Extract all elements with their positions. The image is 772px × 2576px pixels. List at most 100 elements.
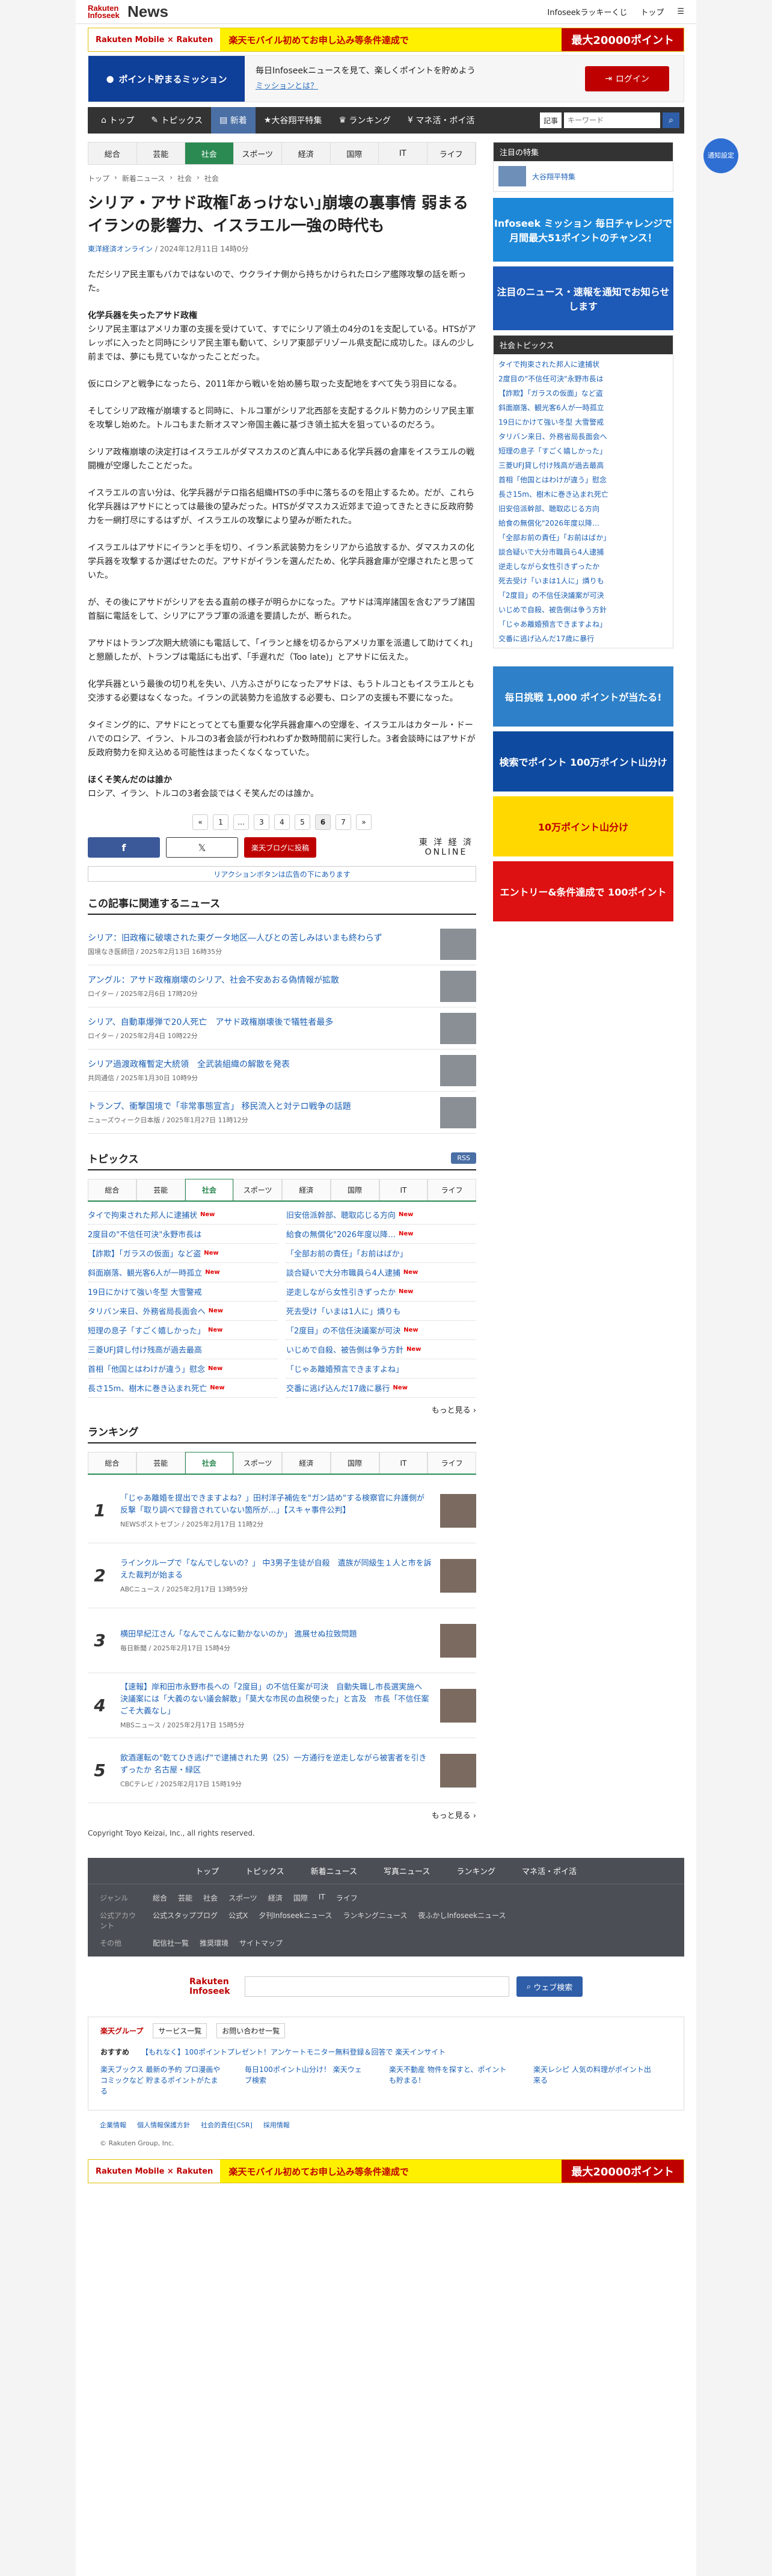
nav-top[interactable]: ⌂ トップ	[93, 107, 142, 134]
related-item[interactable]: シリア：旧政権に破壊された東グータ地区―人びとの苦しみはいまも終わらず 国境なき医…	[88, 923, 476, 965]
footer-link[interactable]: 夜ふかしInfoseekニュース	[418, 1910, 506, 1931]
footer-nav-link[interactable]: マネ活・ポイ活	[522, 1865, 577, 1877]
topic-item[interactable]: 短理の息子「すごく嬉しかった」 New	[88, 1321, 278, 1340]
tab-ranking[interactable]: 経済	[282, 1452, 331, 1474]
page-link[interactable]: 5	[295, 814, 310, 830]
topic-item[interactable]: いじめで自殺、被告側は争う方針 New	[286, 1340, 476, 1359]
corporate-link[interactable]: 企業情報	[100, 2120, 126, 2130]
topic-item[interactable]: 旧安倍派幹部、聴取応じる方向 New	[286, 1205, 476, 1225]
tab-topics[interactable]: 国際	[330, 1179, 379, 1200]
topic-item[interactable]: 談合疑いで大分市職員ら4人逮捕 New	[286, 1263, 476, 1282]
genre-tab[interactable]: 経済	[282, 143, 331, 164]
toyokeizai-logo[interactable]: 東 洋 経 済 ONLINE	[416, 838, 476, 857]
footer-link[interactable]: 総合	[153, 1893, 167, 1903]
topic-item[interactable]: 首相「他国とはわけが違う」慰念 New	[88, 1359, 278, 1379]
related-item[interactable]: シリア、自動車爆弾で20人死亡 アサド政権崩壊後で犠牲者最多 ロイター / 202…	[88, 1007, 476, 1050]
crumb-item[interactable]: 社会	[204, 173, 219, 183]
search-icon[interactable]: ⌕	[663, 112, 679, 128]
footer-search-input[interactable]	[245, 1976, 509, 1997]
nav-ranking[interactable]: ♛ ランキング	[330, 107, 399, 134]
article-source[interactable]: 東洋経済オンライン	[88, 245, 153, 253]
side-topic-item[interactable]: いじめで自殺、被告側は争う方針	[494, 602, 673, 616]
footer-nav-link[interactable]: ランキング	[456, 1865, 495, 1877]
ranking-item[interactable]: 5 飲酒運転の"乾てひき逃げ"で逮捕された男（25）一方通行を逆走しながら被害者を…	[88, 1738, 476, 1803]
points-ad[interactable]: 10万ポイント山分け	[493, 796, 673, 856]
push-banner[interactable]: 注目のニュース・速報を通知でお知らせします	[493, 266, 673, 330]
footer-link[interactable]: 芸能	[178, 1893, 192, 1903]
tab-ranking[interactable]: 社会	[185, 1452, 234, 1474]
side-topic-item[interactable]: 交番に逃げ込んだ17歳に暴行	[494, 631, 673, 645]
tab-topics[interactable]: スポーツ	[233, 1179, 282, 1200]
top-link[interactable]: トップ	[640, 6, 664, 17]
footer-link[interactable]: 経済	[268, 1893, 283, 1903]
side-topic-item[interactable]: タリバン来日、外務省局長面会へ	[494, 429, 673, 443]
tab-topics[interactable]: 総合	[88, 1179, 136, 1200]
genre-tab-active[interactable]: 社会	[185, 143, 234, 164]
search-type-select[interactable]: 記事	[539, 112, 562, 128]
topic-item[interactable]: 「全部お前の責任」「お前はばか」	[286, 1244, 476, 1263]
tab-topics[interactable]: IT	[379, 1179, 428, 1200]
side-topic-item[interactable]: 「全部お前の責任」「お前はばか」	[494, 530, 673, 544]
tab-topics[interactable]: 経済	[282, 1179, 331, 1200]
side-topic-item[interactable]: 長さ15m、樹木に巻き込まれ死亡	[494, 487, 673, 501]
mission-banner[interactable]: Infoseek ミッション 毎日チャレンジで月間最大51ポイントのチャンス！	[493, 198, 673, 262]
topic-item[interactable]: 斜面崩落、観光客6人が一時孤立 New	[88, 1263, 278, 1282]
tab-ranking[interactable]: スポーツ	[233, 1452, 282, 1474]
page-link[interactable]: 7	[335, 814, 351, 830]
footer-nav-link[interactable]: 写真ニュース	[384, 1865, 430, 1877]
genre-tab[interactable]: ライフ	[427, 143, 476, 164]
notification-settings-button[interactable]: 通知設定	[703, 138, 738, 173]
genre-tab[interactable]: 総合	[88, 143, 137, 164]
ohtani-link[interactable]: 大谷翔平特集	[494, 161, 673, 191]
side-topic-item[interactable]: 斜面崩落、観光客6人が一時孤立	[494, 400, 673, 414]
footer-nav-link[interactable]: トップ	[195, 1865, 219, 1877]
topic-item[interactable]: 逆走しながら女性引きずったか New	[286, 1282, 476, 1302]
tab-ranking[interactable]: IT	[379, 1452, 428, 1474]
entry-ad[interactable]: エントリー&条件達成で 100ポイント	[493, 861, 673, 921]
topic-item[interactable]: タリバン来日、外務省局長面会へ New	[88, 1302, 278, 1321]
side-topic-item[interactable]: 死去受け「いまは1人に」燐りも	[494, 573, 673, 588]
tab-topics[interactable]: 社会	[185, 1179, 234, 1200]
topic-item[interactable]: タイで拘束された邦人に逮捕状 New	[88, 1205, 278, 1225]
footer-link[interactable]: 夕刊Infoseekニュース	[259, 1910, 332, 1931]
service-list-button[interactable]: サービス一覧	[153, 2023, 207, 2038]
footer-link[interactable]: ライフ	[336, 1893, 358, 1903]
topics-more-link[interactable]: もっと見る ›	[88, 1404, 476, 1415]
nav-money[interactable]: ¥ マネ活・ポイ活	[399, 107, 483, 134]
footer-link[interactable]: 公式X	[228, 1910, 248, 1931]
side-topic-item[interactable]: 短理の息子「すごく嬉しかった」	[494, 443, 673, 458]
page-link[interactable]: 6	[315, 814, 331, 830]
mission-help-link[interactable]: ミッションとは？	[256, 79, 476, 94]
side-topic-item[interactable]: 首相「他国とはわけが違う」慰念	[494, 472, 673, 487]
footer-link[interactable]: ランキングニュース	[343, 1910, 407, 1931]
group-card[interactable]: 楽天不動産 物件を探すと、ポイントも貯まる！	[389, 2064, 509, 2097]
topic-item[interactable]: 三菱UFJ貸し付け残高が過去最高	[88, 1340, 278, 1359]
tab-ranking[interactable]: 芸能	[136, 1452, 185, 1474]
footer-link[interactable]: 社会	[203, 1893, 218, 1903]
footer-link[interactable]: 国際	[293, 1893, 308, 1903]
crumb-item[interactable]: 新着ニュース	[122, 173, 165, 183]
facebook-share-button[interactable]: f	[88, 837, 160, 858]
lucky-ad[interactable]: 毎日挑戦 1,000 ポイントが当たる!	[493, 666, 673, 727]
footer-link[interactable]: サイトマップ	[239, 1938, 283, 1948]
footer-link[interactable]: スポーツ	[228, 1893, 257, 1903]
footer-link[interactable]: 推奨環境	[200, 1938, 228, 1948]
rakuten-mobile-banner[interactable]: Rakuten Mobile × Rakuten 楽天モバイル初めてお申し込み等…	[88, 28, 684, 52]
tab-ranking[interactable]: 国際	[330, 1452, 379, 1474]
page-link[interactable]: «	[192, 814, 208, 830]
side-topic-item[interactable]: 談合疑いで大分市職員ら4人逮捕	[494, 544, 673, 559]
rakuten-mobile-banner-bottom[interactable]: Rakuten Mobile × Rakuten 楽天モバイル初めてお申し込み等…	[88, 2159, 684, 2183]
tab-topics[interactable]: ライフ	[427, 1179, 476, 1200]
topic-item[interactable]: 給食の無償化"2026年度以降… New	[286, 1225, 476, 1244]
related-item[interactable]: トランプ、衝撃国境で「非常事態宣言」 移民流入と対テロ戦争の話題 ニューズウィーク…	[88, 1092, 476, 1134]
osusume-link[interactable]: 【もれなく】100ポイントプレゼント！アンケートモニター無料登録＆回答で 楽天イ…	[141, 2047, 446, 2057]
login-button[interactable]: ⇥ ログイン	[585, 66, 669, 91]
side-topic-item[interactable]: 「じゃあ離婚預言できますよね」	[494, 616, 673, 631]
topic-item[interactable]: 19日にかけて強い冬型 大雪警戒	[88, 1282, 278, 1302]
corporate-link[interactable]: 採用情報	[263, 2120, 290, 2130]
side-topic-item[interactable]: 【詐欺】「ガラスの仮面」など盗	[494, 386, 673, 400]
group-card[interactable]: 毎日100ポイント山分け！ 楽天ウェブ検索	[245, 2064, 365, 2097]
mission-button[interactable]: ● ポイント貯まるミッション	[88, 56, 245, 102]
ranking-item[interactable]: 2 ラインクループで「なんでしないの？」 中3男子生徒が自殺 遺族が同級生１人と市…	[88, 1543, 476, 1608]
topic-item[interactable]: 【詐欺】「ガラスの仮面」など盗 New	[88, 1244, 278, 1263]
